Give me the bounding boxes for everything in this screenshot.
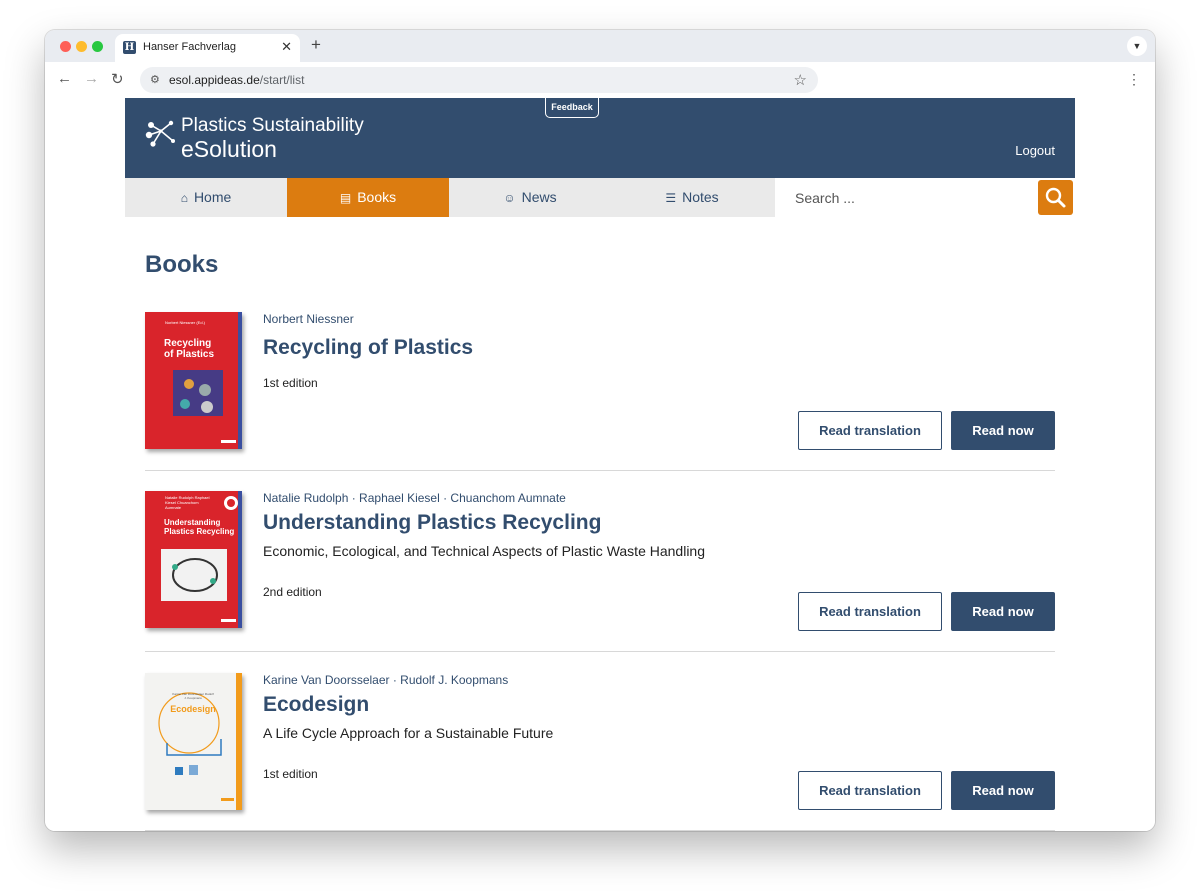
read-now-button[interactable]: Read now [951,592,1055,631]
url-text: esol.appideas.de/start/list [169,73,305,87]
book-title[interactable]: Understanding Plastics Recycling [263,511,601,535]
book-cover[interactable]: Karine Van Doorsselaer Rudolf J. Koopman… [145,673,242,810]
bookmark-star-icon[interactable]: ☆ [794,71,807,89]
read-translation-button[interactable]: Read translation [798,771,942,810]
browser-window: H Hanser Fachverlag ✕ + ▼ ← → ↻ ⚙ esol.a… [45,30,1155,831]
maximize-window-button[interactable] [92,41,103,52]
close-tab-icon[interactable]: ✕ [281,39,292,55]
nav-books-label: Books [357,189,397,205]
browser-menu-icon[interactable]: ⋮ [1127,71,1141,88]
nav-books[interactable]: ▤ Books [287,178,449,217]
read-translation-button[interactable]: Read translation [798,411,942,450]
read-now-button[interactable]: Read now [951,411,1055,450]
read-now-button[interactable]: Read now [951,771,1055,810]
browser-tab[interactable]: H Hanser Fachverlag ✕ [115,34,300,62]
book-edition: 2nd edition [263,585,322,599]
search-input[interactable] [775,178,1037,217]
book-edition: 1st edition [263,376,318,390]
cover-title: Ecodesign [170,704,216,714]
logo-title: Plastics Sustainability [181,115,364,136]
book-subtitle: Economic, Ecological, and Technical Aspe… [263,543,706,559]
tab-strip: H Hanser Fachverlag ✕ + ▼ [45,30,1155,62]
book-title[interactable]: Ecodesign [263,693,369,717]
book-edition: 1st edition [263,767,318,781]
book-subtitle: A Life Cycle Approach for a Sustainable … [263,725,554,741]
minimize-window-button[interactable] [76,41,87,52]
tab-search-icon[interactable]: ▼ [1127,36,1147,56]
main-nav: ⌂ Home ▤ Books ☺ News ☰ Notes [125,178,1075,217]
home-icon: ⌂ [180,191,188,205]
logo-subtitle: eSolution [181,136,277,162]
tab-title: Hanser Fachverlag [143,41,236,53]
new-tab-button[interactable]: + [311,35,321,55]
search-box [775,178,1075,217]
cover-art-icon [145,491,242,628]
divider [145,651,1055,652]
book-authors: Karine Van Doorsselaer · Rudolf J. Koopm… [263,673,509,687]
site-info-icon[interactable]: ⚙ [150,73,160,86]
forward-icon[interactable]: → [84,70,99,87]
address-bar[interactable]: ⚙ esol.appideas.de/start/list ☆ [140,67,818,93]
nav-notes[interactable]: ☰ Notes [611,178,773,217]
browser-toolbar: ← → ↻ ⚙ esol.appideas.de/start/list ☆ ⋮ [45,62,1155,99]
favicon-icon: H [123,41,136,54]
cover-author: Norbert Niessner (Ed.) [165,320,206,325]
book-title[interactable]: Recycling of Plastics [263,336,473,360]
divider [145,470,1055,471]
search-icon [1045,187,1066,208]
site-header: Plastics Sustainability eSolution Feedba… [125,98,1075,178]
cover-author: Natalie Rudolph Raphael Kiesel Chuanchom… [165,495,210,510]
nav-news[interactable]: ☺ News [449,178,611,217]
cover-title: Recycling of Plastics [164,338,215,360]
logout-link[interactable]: Logout [1015,143,1055,158]
nav-notes-label: Notes [682,189,719,205]
book-cover[interactable]: Natalie Rudolph Raphael Kiesel Chuanchom… [145,491,242,628]
molecule-logo-icon [145,120,175,147]
book-authors: Natalie Rudolph · Raphael Kiesel · Chuan… [263,491,566,505]
book-authors: Norbert Niessner [263,312,354,326]
divider [145,830,1055,831]
cover-author: Karine Van Doorsselaer Rudolf J. Koopman… [172,692,214,700]
back-icon[interactable]: ← [57,70,72,87]
nav-home-label: Home [193,189,232,205]
search-button[interactable] [1038,180,1073,215]
notes-icon: ☰ [665,191,677,205]
reload-icon[interactable]: ↻ [111,70,124,88]
nav-home[interactable]: ⌂ Home [125,178,287,217]
cover-title: Understanding Plastics Recycling [164,518,235,536]
book-cover[interactable]: Norbert Niessner (Ed.) Recycling of Plas… [145,312,242,449]
feedback-button[interactable]: Feedback [545,98,599,118]
nav-news-label: News [521,189,557,205]
close-window-button[interactable] [60,41,71,52]
page-title: Books [145,251,219,278]
book-icon: ▤ [339,191,352,205]
news-icon: ☺ [503,191,516,205]
web-page: Plastics Sustainability eSolution Feedba… [45,98,1155,831]
cover-art-icon [145,312,242,449]
read-translation-button[interactable]: Read translation [798,592,942,631]
